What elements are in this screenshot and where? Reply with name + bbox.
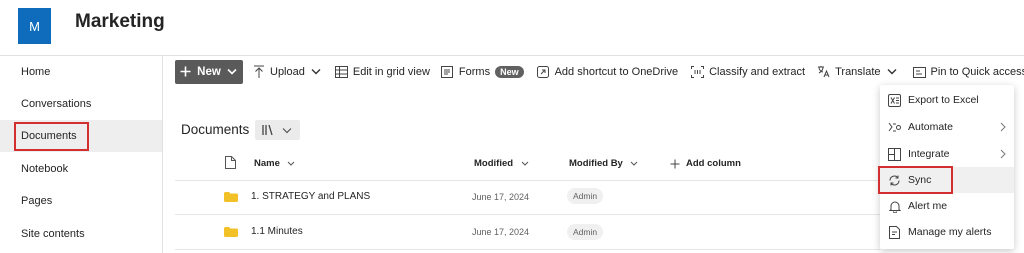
site-title[interactable]: Marketing <box>75 11 165 33</box>
bell-icon <box>888 200 901 213</box>
column-header-modified-by[interactable]: Modified By <box>569 157 641 170</box>
pin-quick-access-button[interactable]: Pin to Quick access <box>912 65 1024 78</box>
column-header-name[interactable]: Name <box>254 157 298 170</box>
add-column-label: Add column <box>686 158 741 169</box>
file-name-link[interactable]: 1. STRATEGY and PLANS <box>251 191 370 202</box>
forms-icon <box>441 65 454 78</box>
nav-item-pages[interactable]: Pages <box>0 185 162 217</box>
chevron-down-icon <box>226 65 239 78</box>
file-type-icon <box>224 156 237 169</box>
modified-date: June 17, 2024 <box>472 192 530 202</box>
menu-item-label: Integrate <box>908 148 950 160</box>
library-view-icon <box>262 124 275 137</box>
plus-icon <box>179 65 192 78</box>
chevron-down-icon <box>628 157 641 170</box>
chevron-down-icon <box>280 124 293 137</box>
column-header-label: Name <box>254 158 280 169</box>
nav-item-conversations[interactable]: Conversations <box>0 88 162 120</box>
modified-by-pill[interactable]: Admin <box>567 188 604 204</box>
new-button[interactable]: New <box>175 59 243 84</box>
nav-item-label: Home <box>21 66 51 78</box>
menu-item-label: Export to Excel <box>908 94 979 106</box>
pin-quick-access-label: Pin to Quick access <box>930 65 1024 78</box>
chevron-down-icon <box>285 157 298 170</box>
add-column-button[interactable]: Add column <box>668 157 741 170</box>
menu-item-integrate[interactable]: Integrate <box>880 141 1014 167</box>
upload-icon <box>252 65 265 78</box>
nav-item-notebook[interactable]: Notebook <box>0 153 162 185</box>
plus-icon <box>668 157 681 170</box>
upload-button[interactable]: Upload <box>252 65 323 78</box>
new-button-label: New <box>197 65 221 78</box>
documents-highlight-box <box>14 122 89 151</box>
manage-alerts-icon <box>888 225 901 239</box>
menu-item-manage-alerts[interactable]: Manage my alerts <box>880 219 1014 245</box>
library-title: Documents <box>181 122 250 137</box>
folder-icon <box>224 227 238 237</box>
classify-icon <box>691 65 705 78</box>
integrate-icon <box>888 147 901 161</box>
new-badge: New <box>495 65 524 78</box>
menu-item-label: Automate <box>908 121 953 133</box>
add-shortcut-button[interactable]: Add shortcut to OneDrive <box>537 65 679 78</box>
file-name-link[interactable]: 1.1 Minutes <box>251 226 303 237</box>
site-logo[interactable]: M <box>18 8 51 44</box>
command-bar: New Upload Edit in grid view Forms New A… <box>175 59 1024 84</box>
file-type-column-header[interactable] <box>224 156 237 169</box>
row-divider <box>175 249 880 250</box>
nav-item-label: Notebook <box>21 163 69 175</box>
left-nav: Home Conversations Documents Notebook Pa… <box>0 56 163 253</box>
column-header-label: Modified By <box>569 158 623 169</box>
pin-icon <box>912 65 926 78</box>
forms-button[interactable]: Forms New <box>441 65 524 78</box>
view-switcher-button[interactable] <box>255 120 300 140</box>
classify-extract-label: Classify and extract <box>709 65 806 78</box>
grid-icon <box>334 65 348 78</box>
row-divider <box>175 214 880 215</box>
nav-item-site-contents[interactable]: Site contents <box>0 218 162 250</box>
chevron-down-icon <box>886 65 899 78</box>
menu-item-label: Manage my alerts <box>908 226 992 238</box>
chevron-right-icon <box>1000 149 1006 159</box>
edit-grid-view-button[interactable]: Edit in grid view <box>334 65 430 78</box>
forms-label: Forms <box>458 65 491 78</box>
translate-icon <box>817 65 830 78</box>
chevron-down-icon <box>310 65 323 78</box>
nav-item-home[interactable]: Home <box>0 56 162 88</box>
modified-by-pill[interactable]: Admin <box>567 224 604 240</box>
menu-item-automate[interactable]: Automate <box>880 114 1014 140</box>
folder-icon <box>224 192 238 202</box>
classify-extract-button[interactable]: Classify and extract <box>691 65 805 78</box>
nav-item-label: Site contents <box>21 228 85 240</box>
menu-item-export-excel[interactable]: Export to Excel <box>880 87 1014 113</box>
add-shortcut-label: Add shortcut to OneDrive <box>554 65 679 78</box>
chevron-down-icon <box>518 157 531 170</box>
nav-item-label: Pages <box>21 195 53 207</box>
menu-item-alert-me[interactable]: Alert me <box>880 193 1014 219</box>
excel-icon <box>888 93 901 107</box>
shortcut-icon <box>537 65 550 78</box>
upload-label: Upload <box>270 65 305 78</box>
column-header-modified[interactable]: Modified <box>474 157 531 170</box>
nav-item-label: Conversations <box>21 98 92 110</box>
row-divider <box>175 180 880 181</box>
automate-icon <box>888 121 901 134</box>
translate-label: Translate <box>835 65 881 78</box>
sync-highlight-box <box>878 166 953 194</box>
edit-grid-view-label: Edit in grid view <box>352 65 430 78</box>
modified-date: June 17, 2024 <box>472 227 530 237</box>
chevron-right-icon <box>1000 122 1006 132</box>
column-header-label: Modified <box>474 158 514 169</box>
menu-item-label: Alert me <box>908 200 948 212</box>
translate-button[interactable]: Translate <box>817 65 898 78</box>
